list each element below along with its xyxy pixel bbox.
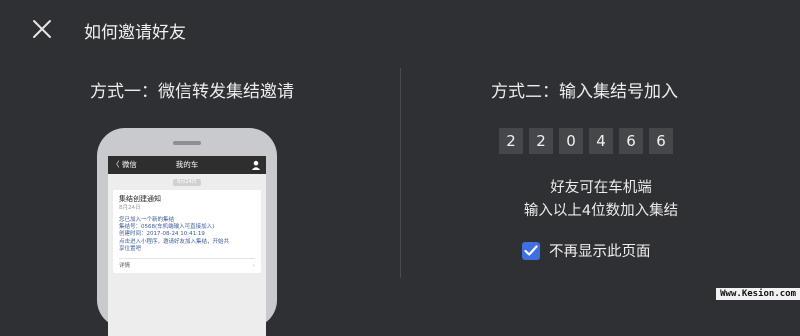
wechat-chat-title: 我的车 [175,160,199,169]
code-digit: 6 [619,128,643,154]
hint-text-line2: 输入以上4位数加入集结 [523,203,679,219]
dont-show-again-checkbox[interactable] [522,241,540,260]
phone-screen: 〈 微信 我的车 8月24日 集结创建通知 8月24日 您已加入一个新的集结 集… [108,156,266,336]
card-date: 8月24日 [119,205,141,211]
notification-card: 集结创建通知 8月24日 您已加入一个新的集结 集结号：0568(车机端输入可直… [113,190,261,274]
wechat-header: 〈 微信 我的车 [108,156,266,174]
close-icon [33,20,51,38]
code-digit: 2 [529,128,553,154]
chevron-right-icon: › [252,263,255,270]
user-icon [251,160,261,170]
divider [400,68,401,278]
phone-illustration: 〈 微信 我的车 8月24日 集结创建通知 8月24日 您已加入一个新的集结 集… [97,128,277,336]
card-line: 创建时间：2017-08-24 10:41:19 [119,231,205,238]
watermark: Www.Kesion.com [716,288,800,300]
check-icon [524,244,538,256]
card-line: 享位置吧 [119,245,142,252]
card-title: 集结创建通知 [119,195,161,203]
method1-title: 方式一：微信转发集结邀请 [90,82,294,102]
method2-title: 方式二：输入集结号加入 [491,82,678,102]
hint-text-line1: 好友可在车机端 [550,180,652,196]
code-digit: 6 [649,128,673,154]
code-digit: 0 [559,128,583,154]
card-body: 您已加入一个新的集结 集结号：0568(车机端输入可直接加入) 创建时间：201… [119,217,255,253]
card-footer: 详情 › [119,258,255,270]
page-title: 如何邀请好友 [84,23,186,43]
dont-show-again-label: 不再显示此页面 [549,244,651,260]
code-digit: 4 [589,128,613,154]
invite-code: 2 2 0 4 6 6 [499,128,673,154]
phone-speaker [173,141,201,145]
chat-time-badge: 8月24日 [173,179,201,186]
dont-show-again-toggle[interactable]: 不再显示此页面 [522,240,651,261]
card-line: 点击进入小程序，邀请好友加入集结，开始共 [119,238,230,245]
close-button[interactable] [30,17,54,41]
code-digit: 2 [499,128,523,154]
card-detail-label: 详情 [119,263,131,270]
